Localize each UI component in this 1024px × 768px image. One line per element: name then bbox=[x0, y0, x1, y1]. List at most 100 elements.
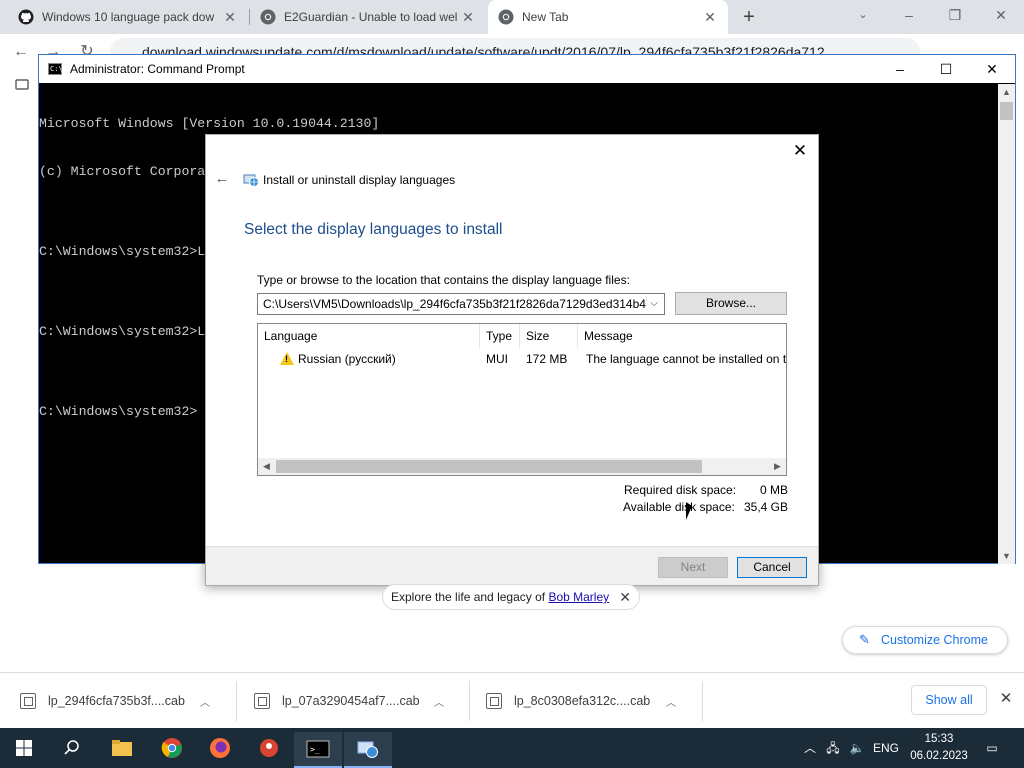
chevron-up-icon[interactable]: ︿ bbox=[800, 728, 820, 768]
cmd-minimize-icon[interactable]: – bbox=[877, 55, 923, 83]
file-explorer-icon[interactable] bbox=[98, 728, 146, 768]
list-item[interactable]: Russian (русский) MUI 172 MB The languag… bbox=[258, 348, 786, 370]
clock-date: 06.02.2023 bbox=[910, 750, 968, 762]
minimize-icon[interactable]: – bbox=[886, 0, 932, 30]
scroll-down-icon[interactable]: ▼ bbox=[998, 548, 1015, 564]
chevron-up-icon[interactable]: ︿ bbox=[194, 694, 216, 709]
svg-text:>_: >_ bbox=[310, 745, 320, 754]
horizontal-scrollbar[interactable]: ◀ ▶ bbox=[258, 458, 786, 475]
install-languages-dialog: ✕ ← Install or uninstall display languag… bbox=[205, 134, 819, 586]
search-icon[interactable] bbox=[48, 728, 96, 768]
cell-size: 172 MB bbox=[526, 352, 568, 366]
show-all-button[interactable]: Show all bbox=[911, 685, 987, 715]
scroll-right-icon[interactable]: ▶ bbox=[769, 458, 786, 475]
scroll-thumb[interactable] bbox=[276, 460, 702, 473]
start-windows-icon[interactable] bbox=[0, 728, 48, 768]
download-item[interactable]: lp_07a3290454af7....cab ︿ bbox=[234, 673, 470, 729]
available-space-value: 35,4 GB bbox=[743, 500, 788, 514]
scroll-thumb[interactable] bbox=[1000, 102, 1013, 120]
required-space-value: 0 MB bbox=[759, 483, 788, 497]
chevron-up-icon[interactable]: ︿ bbox=[428, 694, 450, 709]
cmd-icon: C:\ bbox=[48, 63, 63, 75]
chevron-down-icon[interactable]: ⌵ bbox=[647, 294, 661, 314]
warning-icon bbox=[280, 352, 294, 365]
download-item[interactable]: lp_294f6cfa735b3f....cab ︿ bbox=[0, 673, 236, 729]
chrome-icon bbox=[260, 9, 276, 25]
network-icon[interactable]: 🖧 bbox=[822, 728, 844, 768]
back-icon[interactable]: ← bbox=[10, 41, 32, 63]
cell-message: The language cannot be installed on th bbox=[586, 352, 786, 366]
close-window-icon[interactable]: ✕ bbox=[978, 0, 1024, 30]
download-item[interactable]: lp_8c0308efa312c....cab ︿ bbox=[466, 673, 702, 729]
chrome-taskbar-icon[interactable] bbox=[148, 728, 196, 768]
divider bbox=[702, 681, 703, 721]
tab-github[interactable]: Windows 10 language pack dow ✕ bbox=[8, 0, 248, 34]
customize-chrome-button[interactable]: ✎ Customize Chrome bbox=[842, 626, 1008, 654]
input-language[interactable]: ENG bbox=[870, 728, 902, 768]
tab-new-tab[interactable]: New Tab ✕ bbox=[488, 0, 728, 34]
column-language[interactable]: Language bbox=[258, 324, 480, 348]
download-filename: lp_8c0308efa312c....cab bbox=[514, 694, 651, 708]
notifications-icon[interactable]: ▭ bbox=[980, 728, 1004, 768]
close-tab-icon[interactable]: ✕ bbox=[702, 9, 718, 25]
tab-title: New Tab bbox=[522, 10, 569, 24]
path-combobox[interactable]: C:\Users\VM5\Downloads\lp_294f6cfa735b3f… bbox=[257, 293, 665, 315]
tab-search-icon[interactable]: ⌄ bbox=[840, 0, 886, 30]
dialog-footer: Next Cancel bbox=[206, 546, 818, 585]
cmd-maximize-icon[interactable]: ☐ bbox=[923, 55, 969, 83]
globe-computer-icon bbox=[243, 172, 259, 188]
dialog-heading: Select the display languages to install bbox=[244, 221, 503, 238]
close-tab-icon[interactable]: ✕ bbox=[222, 9, 238, 25]
close-icon[interactable]: ✕ bbox=[619, 585, 631, 609]
firefox-icon[interactable] bbox=[196, 728, 244, 768]
apps-icon[interactable] bbox=[14, 76, 30, 92]
restore-icon[interactable]: ❐ bbox=[932, 0, 978, 30]
tab-title: E2Guardian - Unable to load wel bbox=[284, 10, 458, 24]
required-space-label: Required disk space: bbox=[624, 483, 737, 497]
next-button[interactable]: Next bbox=[658, 557, 728, 578]
windows-taskbar: >_ ︿ 🖧 🔈 ENG 15:33 06.02.2023 ▭ bbox=[0, 728, 1024, 768]
file-icon bbox=[254, 693, 270, 709]
column-size[interactable]: Size bbox=[520, 324, 578, 348]
customize-label: Customize Chrome bbox=[881, 633, 988, 647]
close-shelf-icon[interactable]: ✕ bbox=[996, 689, 1016, 709]
dialog-close-icon[interactable]: ✕ bbox=[790, 141, 810, 161]
cmd-scrollbar[interactable]: ▲ ▼ bbox=[998, 84, 1015, 564]
language-name: Russian (русский) bbox=[298, 352, 396, 366]
mouse-cursor bbox=[686, 502, 692, 520]
download-filename: lp_07a3290454af7....cab bbox=[282, 694, 420, 708]
scroll-left-icon[interactable]: ◀ bbox=[258, 458, 275, 475]
column-message[interactable]: Message bbox=[578, 324, 786, 348]
console-line: Microsoft Windows [Version 10.0.19044.21… bbox=[39, 116, 380, 131]
scroll-up-icon[interactable]: ▲ bbox=[998, 84, 1015, 100]
browse-button[interactable]: Browse... bbox=[675, 292, 787, 315]
column-type[interactable]: Type bbox=[480, 324, 520, 348]
screen: Windows 10 language pack dow ✕ E2Guardia… bbox=[0, 0, 1024, 768]
promo-banner: Explore the life and legacy of Bob Marle… bbox=[382, 584, 640, 610]
language-settings-taskbar-icon[interactable] bbox=[344, 732, 392, 768]
cmd-title: Administrator: Command Prompt bbox=[70, 62, 245, 76]
cmd-title-bar[interactable]: C:\ Administrator: Command Prompt – ☐ ✕ bbox=[39, 55, 1015, 83]
cmd-close-icon[interactable]: ✕ bbox=[969, 55, 1015, 83]
cancel-button[interactable]: Cancel bbox=[737, 557, 807, 578]
list-header: Language Type Size Message bbox=[258, 324, 786, 348]
back-arrow-icon[interactable]: ← bbox=[214, 171, 230, 187]
cell-type: MUI bbox=[486, 352, 508, 366]
volume-icon[interactable]: 🔈 bbox=[846, 728, 868, 768]
cmd-taskbar-icon[interactable]: >_ bbox=[294, 732, 342, 768]
download-filename: lp_294f6cfa735b3f....cab bbox=[48, 694, 185, 708]
path-value: C:\Users\VM5\Downloads\lp_294f6cfa735b3f… bbox=[263, 297, 660, 311]
chevron-up-icon[interactable]: ︿ bbox=[660, 694, 682, 709]
close-tab-icon[interactable]: ✕ bbox=[460, 9, 476, 25]
tab-e2guardian[interactable]: E2Guardian - Unable to load wel ✕ bbox=[250, 0, 486, 34]
app-red-icon[interactable] bbox=[245, 728, 293, 768]
wizard-title: Install or uninstall display languages bbox=[263, 173, 456, 187]
tab-title: Windows 10 language pack dow bbox=[42, 10, 215, 24]
language-list[interactable]: Language Type Size Message Russian (русс… bbox=[257, 323, 787, 476]
clock[interactable]: 15:33 06.02.2023 bbox=[904, 731, 974, 765]
new-tab-button[interactable]: + bbox=[738, 6, 760, 28]
file-icon bbox=[20, 693, 36, 709]
github-icon bbox=[18, 9, 34, 25]
promo-link[interactable]: Bob Marley bbox=[548, 590, 609, 604]
available-space-label: Available disk space: bbox=[623, 500, 735, 514]
